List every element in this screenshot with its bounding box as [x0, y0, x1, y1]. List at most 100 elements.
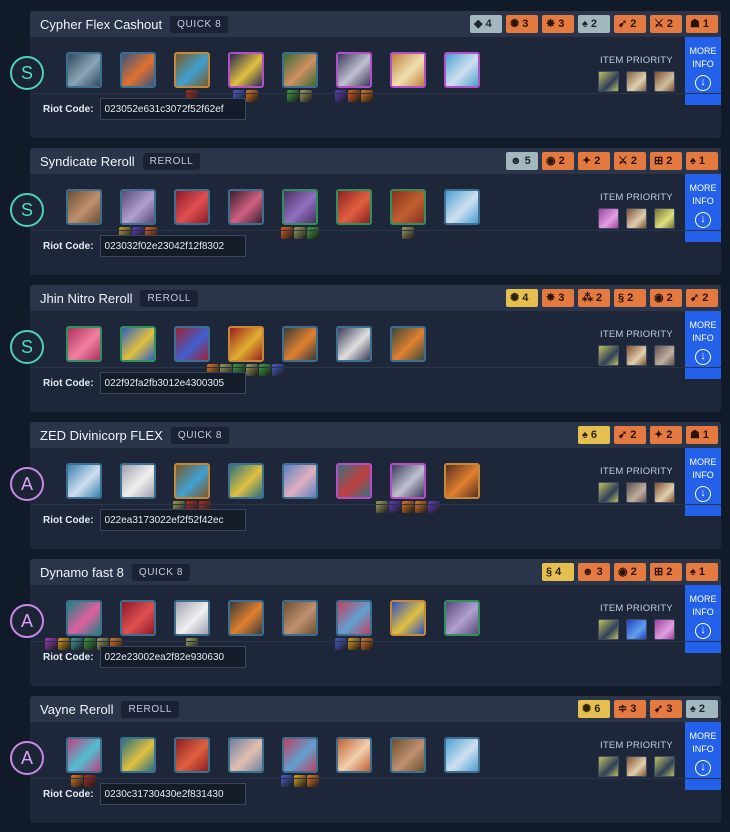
champion-icon[interactable]: [390, 326, 426, 362]
riot-code-field[interactable]: [99, 372, 246, 394]
champion-icon[interactable]: [66, 52, 102, 88]
item-icon[interactable]: [626, 482, 647, 503]
champion-icon[interactable]: [228, 326, 264, 362]
item-icon[interactable]: [626, 71, 647, 92]
comp-title[interactable]: ZED Divinicorp FLEX: [40, 428, 163, 443]
champion-icon[interactable]: [228, 189, 264, 225]
champion-icon[interactable]: [66, 463, 102, 499]
champion-icon[interactable]: [336, 600, 372, 636]
comp-title[interactable]: Cypher Flex Cashout: [40, 17, 162, 32]
item-icon[interactable]: [598, 208, 619, 229]
champion-icon[interactable]: [174, 52, 210, 88]
item-icon[interactable]: [598, 619, 619, 640]
champion-icon[interactable]: [120, 326, 156, 362]
item-icon[interactable]: [598, 756, 619, 777]
item-icon[interactable]: [626, 756, 647, 777]
champion-icon[interactable]: [66, 189, 102, 225]
champion-icon[interactable]: [282, 326, 318, 362]
champion-icon[interactable]: [390, 463, 426, 499]
trait-badge[interactable]: ⚔ 2: [614, 152, 646, 170]
item-icon[interactable]: [654, 208, 675, 229]
champion-icon[interactable]: [336, 52, 372, 88]
trait-badge[interactable]: ◉ 2: [650, 289, 682, 307]
trait-badge[interactable]: ➹ 2: [614, 15, 646, 33]
champion-icon[interactable]: [390, 737, 426, 773]
trait-badge[interactable]: ☻ 3: [578, 563, 610, 581]
champion-icon[interactable]: [120, 189, 156, 225]
champion-icon[interactable]: [120, 52, 156, 88]
champion-icon[interactable]: [228, 737, 264, 773]
champion-icon[interactable]: [390, 600, 426, 636]
item-icon[interactable]: [654, 756, 675, 777]
comp-title[interactable]: Vayne Reroll: [40, 702, 113, 717]
champion-icon[interactable]: [66, 326, 102, 362]
champion-icon[interactable]: [66, 737, 102, 773]
champion-icon[interactable]: [282, 463, 318, 499]
trait-badge[interactable]: § 2: [614, 289, 646, 307]
riot-code-field[interactable]: [99, 646, 246, 668]
trait-badge[interactable]: § 4: [542, 563, 574, 581]
champion-icon[interactable]: [444, 189, 480, 225]
trait-badge[interactable]: ☻ 5: [506, 152, 538, 170]
trait-badge[interactable]: ➹ 2: [686, 289, 718, 307]
comp-title[interactable]: Syndicate Reroll: [40, 154, 135, 169]
comp-title[interactable]: Jhin Nitro Reroll: [40, 291, 132, 306]
trait-badge[interactable]: ≑ 3: [614, 700, 646, 718]
champion-icon[interactable]: [282, 737, 318, 773]
trait-badge[interactable]: ✺ 4: [506, 289, 538, 307]
champion-icon[interactable]: [228, 463, 264, 499]
trait-badge[interactable]: ✺ 6: [578, 700, 610, 718]
trait-badge[interactable]: ♠ 1: [686, 563, 718, 581]
trait-badge[interactable]: ✸ 3: [542, 289, 574, 307]
trait-badge[interactable]: ➹ 3: [650, 700, 682, 718]
trait-badge[interactable]: ✸ 3: [542, 15, 574, 33]
champion-icon[interactable]: [390, 189, 426, 225]
item-icon[interactable]: [654, 482, 675, 503]
trait-badge[interactable]: ♠ 2: [686, 700, 718, 718]
riot-code-field[interactable]: [99, 98, 246, 120]
trait-badge[interactable]: ⚔ 2: [650, 15, 682, 33]
item-icon[interactable]: [626, 208, 647, 229]
trait-badge[interactable]: ◉ 2: [542, 152, 574, 170]
comp-title[interactable]: Dynamo fast 8: [40, 565, 124, 580]
item-icon[interactable]: [598, 71, 619, 92]
trait-badge[interactable]: ☗ 1: [686, 15, 718, 33]
trait-badge[interactable]: ✦ 2: [650, 426, 682, 444]
riot-code-field[interactable]: [99, 235, 246, 257]
champion-icon[interactable]: [120, 600, 156, 636]
champion-icon[interactable]: [66, 600, 102, 636]
item-icon[interactable]: [598, 345, 619, 366]
item-icon[interactable]: [626, 345, 647, 366]
item-icon[interactable]: [626, 619, 647, 640]
champion-icon[interactable]: [444, 600, 480, 636]
riot-code-field[interactable]: [99, 509, 246, 531]
champion-icon[interactable]: [444, 52, 480, 88]
trait-badge[interactable]: ♠ 6: [578, 426, 610, 444]
trait-badge[interactable]: ♠ 1: [686, 152, 718, 170]
champion-icon[interactable]: [282, 189, 318, 225]
champion-icon[interactable]: [120, 463, 156, 499]
item-icon[interactable]: [598, 482, 619, 503]
trait-badge[interactable]: ◉ 2: [614, 563, 646, 581]
champion-icon[interactable]: [336, 463, 372, 499]
riot-code-field[interactable]: [99, 783, 246, 805]
trait-badge[interactable]: ◆ 4: [470, 15, 502, 33]
champion-icon[interactable]: [336, 737, 372, 773]
trait-badge[interactable]: ➹ 2: [614, 426, 646, 444]
champion-icon[interactable]: [390, 52, 426, 88]
champion-icon[interactable]: [174, 600, 210, 636]
trait-badge[interactable]: ♠ 2: [578, 15, 610, 33]
trait-badge[interactable]: ✦ 2: [578, 152, 610, 170]
champion-icon[interactable]: [228, 52, 264, 88]
champion-icon[interactable]: [120, 737, 156, 773]
trait-badge[interactable]: ⊞ 2: [650, 152, 682, 170]
champion-icon[interactable]: [282, 52, 318, 88]
trait-badge[interactable]: ⊞ 2: [650, 563, 682, 581]
champion-icon[interactable]: [444, 463, 480, 499]
champion-icon[interactable]: [174, 463, 210, 499]
champion-icon[interactable]: [174, 326, 210, 362]
champion-icon[interactable]: [282, 600, 318, 636]
champion-icon[interactable]: [336, 326, 372, 362]
item-icon[interactable]: [654, 619, 675, 640]
trait-badge[interactable]: ☗ 1: [686, 426, 718, 444]
